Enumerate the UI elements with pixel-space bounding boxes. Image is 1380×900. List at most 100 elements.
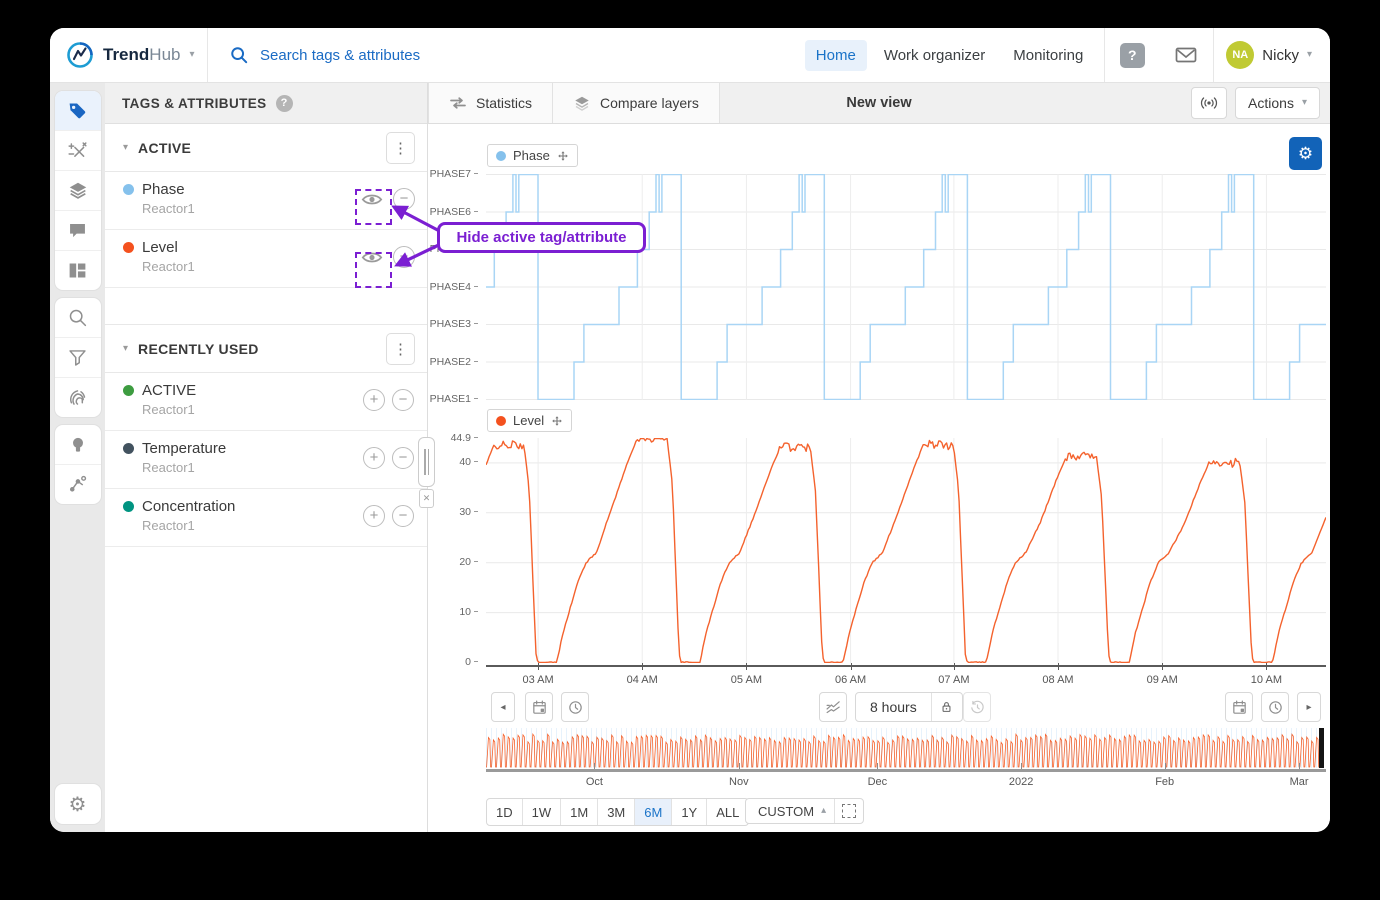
trendhub-logo-icon [66, 41, 94, 69]
nav-home[interactable]: Home [805, 40, 867, 71]
timeline-axis [486, 769, 1326, 772]
phase-legend-label: Phase [513, 148, 550, 163]
help-button[interactable]: ? [1105, 28, 1159, 82]
duration-group: 8 hours [855, 692, 963, 722]
range-1y[interactable]: 1Y [672, 799, 707, 825]
panel-resize-handle[interactable] [418, 437, 435, 487]
tag-color-dot [123, 242, 134, 253]
start-time-button[interactable] [561, 692, 589, 722]
scale-tags-button[interactable] [819, 692, 847, 722]
sidebar-item-search[interactable] [55, 298, 101, 338]
end-date-button[interactable] [1225, 692, 1253, 722]
section-menu-button[interactable]: ⋮ [386, 132, 415, 164]
sidebar-item-filter[interactable] [55, 338, 101, 378]
pan-left-button[interactable]: ◂ [491, 692, 515, 722]
sidebar-item-calculations[interactable] [55, 131, 101, 171]
remove-tag-button[interactable]: − [392, 505, 414, 527]
nav-work-organizer[interactable]: Work organizer [873, 40, 996, 71]
range-1d[interactable]: 1D [487, 799, 523, 825]
icon-sidebar: ⚙ [50, 83, 105, 832]
actions-label: Actions [1248, 95, 1294, 111]
hide-tag-button[interactable] [360, 188, 384, 210]
sidebar-item-layers[interactable] [55, 171, 101, 211]
actions-button[interactable]: Actions ▾ [1235, 87, 1320, 119]
statistics-tab[interactable]: Statistics [428, 83, 553, 123]
sidebar-settings-button[interactable]: ⚙ [55, 784, 101, 824]
tag-row-concentration[interactable]: Concentration Reactor1 + − [105, 489, 427, 547]
range-6m[interactable]: 6M [635, 799, 672, 825]
comment-icon [67, 220, 88, 241]
statistics-icon [449, 96, 467, 110]
overview-range-handle[interactable] [1319, 728, 1324, 768]
level-chart[interactable] [486, 438, 1326, 663]
tag-row-temperature[interactable]: Temperature Reactor1 + − [105, 431, 427, 489]
remove-tag-button[interactable]: − [393, 246, 415, 268]
add-tag-button[interactable]: + [363, 505, 385, 527]
sidebar-item-recommendations[interactable] [55, 425, 101, 465]
pan-right-button[interactable]: ▸ [1297, 692, 1321, 722]
logo-chevron-down-icon[interactable]: ▾ [189, 50, 194, 60]
broadcast-button[interactable] [1191, 87, 1227, 119]
phase-legend-chip[interactable]: Phase [487, 144, 578, 167]
panel-collapse-button[interactable]: ✕ [419, 489, 434, 508]
compare-layers-tab[interactable]: Compare layers [553, 83, 720, 123]
lock-duration-button[interactable] [931, 693, 962, 721]
charts-canvas: ⚙ Phase PHASE1PHASE2PHASE3PHASE4PHASE5PH… [428, 124, 1330, 832]
duration-button[interactable]: 8 hours [856, 699, 931, 715]
section-title: RECENTLY USED [138, 341, 386, 357]
messages-button[interactable] [1159, 28, 1213, 82]
chevron-down-icon: ▾ [123, 343, 128, 354]
tag-row-phase[interactable]: Phase Reactor1 − [105, 172, 427, 230]
range-3m[interactable]: 3M [598, 799, 635, 825]
sidebar-item-fingerprint[interactable] [55, 378, 101, 417]
compare-layers-label: Compare layers [600, 95, 699, 111]
search-input[interactable] [258, 46, 682, 65]
add-tag-button[interactable]: + [363, 447, 385, 469]
section-recently-used-header[interactable]: ▾ RECENTLY USED ⋮ [105, 324, 427, 373]
avatar: NA [1226, 41, 1254, 69]
overview-strip[interactable] [486, 728, 1324, 768]
tags-panel: TAGS & ATTRIBUTES ? ▾ ACTIVE ⋮ Phase Rea… [105, 83, 428, 832]
remove-tag-button[interactable]: − [392, 447, 414, 469]
add-tag-button[interactable]: + [363, 389, 385, 411]
sidebar-item-tags[interactable] [55, 91, 101, 131]
user-menu[interactable]: NA Nicky ▾ [1214, 41, 1330, 69]
chart-settings-button[interactable]: ⚙ [1289, 137, 1322, 170]
move-icon [557, 150, 569, 162]
app-window: TrendHub ▾ Home Work organizer Monitorin… [50, 28, 1330, 832]
sidebar-item-dashboard[interactable] [55, 251, 101, 290]
level-legend-label: Level [513, 413, 544, 428]
context-graph-icon [67, 474, 88, 495]
lightbulb-icon [68, 435, 88, 455]
section-menu-button[interactable]: ⋮ [386, 333, 415, 365]
range-1m[interactable]: 1M [561, 799, 598, 825]
view-toolbar-right: Actions ▾ [1191, 87, 1330, 119]
range-1w[interactable]: 1W [523, 799, 562, 825]
section-active-header[interactable]: ▾ ACTIVE ⋮ [105, 124, 427, 172]
start-date-button[interactable] [525, 692, 553, 722]
remove-tag-button[interactable]: − [392, 389, 414, 411]
range-all[interactable]: ALL [707, 799, 748, 825]
nav-monitoring[interactable]: Monitoring [1002, 40, 1094, 71]
panel-help-icon[interactable]: ? [276, 95, 293, 112]
revert-time-button[interactable] [963, 692, 991, 722]
custom-range-button[interactable]: CUSTOM▴ [746, 804, 834, 819]
mail-icon [1174, 45, 1198, 65]
tag-row-level[interactable]: Level Reactor1 − [105, 230, 427, 288]
phase-chart[interactable] [486, 174, 1326, 400]
selection-box-icon [842, 804, 856, 818]
sidebar-item-comments[interactable] [55, 211, 101, 251]
end-time-button[interactable] [1261, 692, 1289, 722]
hide-tag-button[interactable] [360, 246, 384, 268]
remove-tag-button[interactable]: − [393, 188, 415, 210]
chart-area: Statistics Compare layers New view Actio… [428, 83, 1330, 832]
section-gap [105, 288, 427, 324]
sidebar-group-insights [55, 425, 101, 504]
custom-range-picker-button[interactable] [834, 799, 863, 823]
fingerprint-icon [67, 387, 88, 408]
sidebar-item-context[interactable] [55, 465, 101, 504]
level-legend-chip[interactable]: Level [487, 409, 572, 432]
phase-dot [496, 151, 506, 161]
tag-row-active[interactable]: ACTIVE Reactor1 + − [105, 373, 427, 431]
right-arrow-icon: ▸ [1306, 702, 1311, 713]
